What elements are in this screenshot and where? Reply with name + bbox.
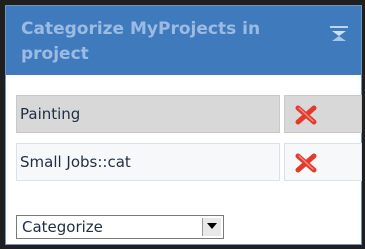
categorize-widget: Categorize MyProjects in project Paintin… [5,5,362,245]
category-row-painting: Painting [16,95,362,135]
category-name: Painting [16,95,280,133]
delete-category-button[interactable] [284,95,362,133]
categorize-select[interactable]: Categorize [16,215,224,239]
delete-x-icon[interactable] [295,105,317,125]
category-row-small-jobs: Small Jobs::cat [16,143,362,183]
delete-category-button[interactable] [284,143,362,181]
delete-x-icon[interactable] [295,153,317,173]
widget-header: Categorize MyProjects in project [6,6,361,75]
collapse-icon[interactable] [329,25,349,43]
category-name: Small Jobs::cat [16,143,280,181]
widget-title: Categorize MyProjects in project [21,19,261,64]
categorize-select-value: Categorize [22,218,103,236]
dropdown-arrow-icon[interactable] [202,218,221,236]
